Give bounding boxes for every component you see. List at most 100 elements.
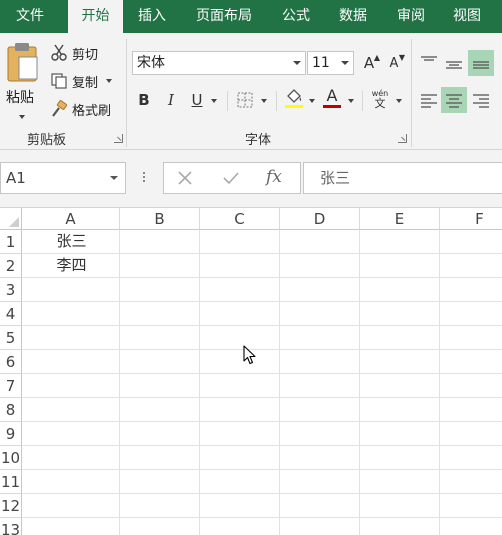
- column-header-d[interactable]: D: [280, 208, 360, 230]
- cell-e6[interactable]: [360, 350, 440, 374]
- phonetic-dropdown-icon[interactable]: [396, 99, 402, 103]
- cell-c11[interactable]: [200, 470, 280, 494]
- borders-button[interactable]: [234, 89, 256, 111]
- cell-e1[interactable]: [360, 230, 440, 254]
- tab-formulas[interactable]: 公式: [274, 0, 318, 33]
- cell-a7[interactable]: [22, 374, 120, 398]
- cell-b3[interactable]: [120, 278, 200, 302]
- cell-d1[interactable]: [280, 230, 360, 254]
- cell-e7[interactable]: [360, 374, 440, 398]
- cell-a9[interactable]: [22, 422, 120, 446]
- column-header-a[interactable]: A: [22, 208, 120, 230]
- cell-a10[interactable]: [22, 446, 120, 470]
- paste-button[interactable]: 粘贴: [3, 39, 43, 119]
- row-header-1[interactable]: 1: [0, 230, 22, 254]
- cell-f10[interactable]: [440, 446, 502, 470]
- tab-home[interactable]: 开始: [68, 0, 123, 33]
- formula-input[interactable]: 张三: [303, 162, 502, 194]
- cell-b1[interactable]: [120, 230, 200, 254]
- cell-a8[interactable]: [22, 398, 120, 422]
- cell-d13[interactable]: [280, 518, 360, 535]
- cell-d4[interactable]: [280, 302, 360, 326]
- cell-e11[interactable]: [360, 470, 440, 494]
- cell-b12[interactable]: [120, 494, 200, 518]
- tab-file[interactable]: 文件: [0, 0, 60, 33]
- column-header-c[interactable]: C: [200, 208, 280, 230]
- font-launcher-icon[interactable]: [398, 134, 407, 143]
- cell-a13[interactable]: [22, 518, 120, 535]
- cell-f6[interactable]: [440, 350, 502, 374]
- cell-f5[interactable]: [440, 326, 502, 350]
- cell-c7[interactable]: [200, 374, 280, 398]
- row-header-4[interactable]: 4: [0, 302, 22, 326]
- row-header-5[interactable]: 5: [0, 326, 22, 350]
- format-painter-button[interactable]: 格式刷: [50, 98, 111, 120]
- cell-e10[interactable]: [360, 446, 440, 470]
- cell-e8[interactable]: [360, 398, 440, 422]
- bold-button[interactable]: B: [133, 89, 155, 111]
- row-header-2[interactable]: 2: [0, 254, 22, 278]
- cell-f4[interactable]: [440, 302, 502, 326]
- cell-f2[interactable]: [440, 254, 502, 278]
- cell-e3[interactable]: [360, 278, 440, 302]
- cell-c3[interactable]: [200, 278, 280, 302]
- cell-e9[interactable]: [360, 422, 440, 446]
- cell-d9[interactable]: [280, 422, 360, 446]
- cell-f13[interactable]: [440, 518, 502, 535]
- row-header-9[interactable]: 9: [0, 422, 22, 446]
- row-header-13[interactable]: 13: [0, 518, 22, 535]
- cell-e5[interactable]: [360, 326, 440, 350]
- fill-color-dropdown-icon[interactable]: [309, 99, 315, 103]
- tab-view[interactable]: 视图: [444, 0, 490, 33]
- cell-f1[interactable]: [440, 230, 502, 254]
- cell-a2[interactable]: 李四: [22, 254, 120, 278]
- copy-button[interactable]: 复制: [50, 70, 113, 92]
- cell-e12[interactable]: [360, 494, 440, 518]
- column-header-e[interactable]: E: [360, 208, 440, 230]
- cell-b7[interactable]: [120, 374, 200, 398]
- font-name-select[interactable]: 宋体: [132, 51, 306, 75]
- cell-f3[interactable]: [440, 278, 502, 302]
- column-header-f[interactable]: F: [440, 208, 502, 230]
- borders-dropdown-icon[interactable]: [261, 99, 267, 103]
- align-right-button[interactable]: [470, 89, 492, 111]
- underline-button[interactable]: U: [186, 89, 208, 111]
- cell-d8[interactable]: [280, 398, 360, 422]
- cell-d10[interactable]: [280, 446, 360, 470]
- cell-b11[interactable]: [120, 470, 200, 494]
- cell-a4[interactable]: [22, 302, 120, 326]
- align-bottom-button[interactable]: [468, 50, 494, 76]
- select-all-corner[interactable]: [0, 208, 22, 230]
- column-header-b[interactable]: B: [120, 208, 200, 230]
- cell-b10[interactable]: [120, 446, 200, 470]
- cell-c9[interactable]: [200, 422, 280, 446]
- tab-insert[interactable]: 插入: [128, 0, 176, 33]
- cell-d5[interactable]: [280, 326, 360, 350]
- more-options-icon[interactable]: [142, 170, 146, 186]
- tab-data[interactable]: 数据: [330, 0, 376, 33]
- cell-c6[interactable]: [200, 350, 280, 374]
- align-center-button[interactable]: [441, 87, 467, 113]
- cell-c12[interactable]: [200, 494, 280, 518]
- grow-font-button[interactable]: A ▲: [358, 52, 380, 74]
- cell-f12[interactable]: [440, 494, 502, 518]
- align-middle-button[interactable]: [443, 53, 465, 75]
- cell-a11[interactable]: [22, 470, 120, 494]
- paste-dropdown-icon[interactable]: [19, 115, 25, 119]
- cell-a12[interactable]: [22, 494, 120, 518]
- cell-d6[interactable]: [280, 350, 360, 374]
- cell-e4[interactable]: [360, 302, 440, 326]
- cell-b13[interactable]: [120, 518, 200, 535]
- shrink-font-button[interactable]: A ▼: [383, 52, 405, 74]
- cell-c1[interactable]: [200, 230, 280, 254]
- row-header-12[interactable]: 12: [0, 494, 22, 518]
- cell-c4[interactable]: [200, 302, 280, 326]
- tab-review[interactable]: 审阅: [388, 0, 434, 33]
- cell-d7[interactable]: [280, 374, 360, 398]
- clipboard-launcher-icon[interactable]: [114, 134, 123, 143]
- cell-a3[interactable]: [22, 278, 120, 302]
- cell-f7[interactable]: [440, 374, 502, 398]
- font-color-button[interactable]: A: [321, 87, 343, 109]
- cell-b2[interactable]: [120, 254, 200, 278]
- cell-e2[interactable]: [360, 254, 440, 278]
